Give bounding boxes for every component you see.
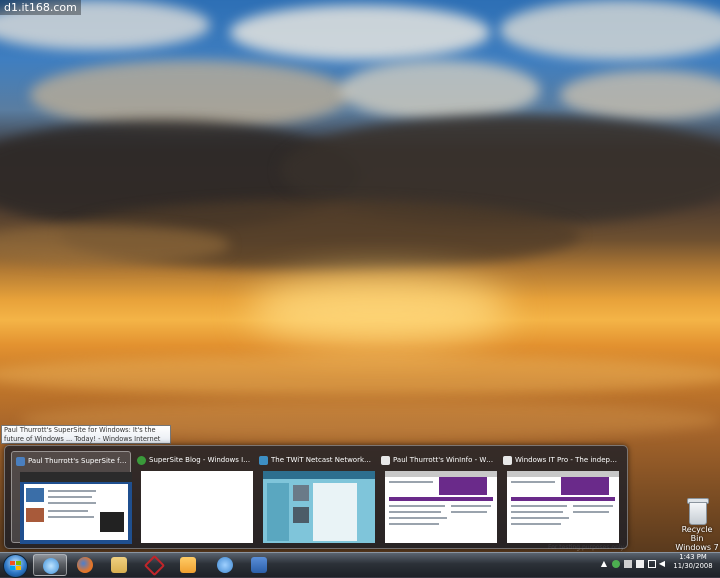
taskbar-internet-explorer[interactable] — [33, 554, 67, 576]
ie-page-icon — [16, 456, 25, 466]
ie-page-icon — [137, 455, 146, 465]
thumbnail-supersite-blog[interactable]: SuperSite Blog - Windows Inter... — [133, 451, 253, 543]
thumbnail-wininfo[interactable]: Paul Thurrott's WinInfo - Windo... — [377, 451, 497, 543]
page-preview — [263, 471, 375, 543]
messenger-icon — [217, 557, 233, 573]
messenger-status-icon[interactable] — [612, 560, 620, 568]
thumbnail-title: The TWiT Netcast Network with... — [271, 456, 373, 464]
word-icon — [251, 557, 267, 573]
action-center-icon[interactable] — [636, 560, 644, 568]
media-player-icon — [180, 557, 196, 573]
thumbnail-title: SuperSite Blog - Windows Inter... — [149, 456, 251, 464]
internet-explorer-icon — [43, 558, 59, 574]
taskbar-firefox[interactable] — [68, 554, 102, 576]
windows-logo-icon — [10, 561, 21, 571]
thumbnail-twit[interactable]: The TWiT Netcast Network with... — [255, 451, 375, 543]
firefox-icon — [77, 557, 93, 573]
taskbar-thumbnail-preview: Paul Thurrott's SuperSite for Wi... Supe… — [4, 445, 628, 549]
recycle-bin[interactable]: Recycle Bin Windows 7 — [675, 497, 719, 552]
thumbnail-supersite[interactable]: Paul Thurrott's SuperSite for Wi... — [11, 451, 132, 544]
start-button[interactable] — [3, 554, 28, 578]
folder-icon — [111, 557, 127, 573]
volume-icon[interactable]: ◀ — [658, 560, 666, 568]
ie-page-icon — [259, 455, 268, 465]
taskbar-folder[interactable] — [102, 554, 136, 576]
page-icon — [381, 455, 390, 465]
show-hidden-icons-icon[interactable]: ▲ — [600, 560, 608, 568]
taskbar-app[interactable] — [137, 554, 171, 577]
taskbar-word[interactable] — [242, 554, 276, 576]
windows-version-label: Windows 7 — [675, 543, 719, 552]
window-tooltip: Paul Thurrott's SuperSite for Windows: I… — [1, 425, 171, 444]
clock-time: 1:43 PM — [679, 553, 707, 561]
taskbar-media-player[interactable] — [171, 554, 205, 576]
page-preview — [141, 471, 253, 543]
app-icon — [143, 554, 166, 577]
thumbnail-title: Paul Thurrott's WinInfo - Windo... — [393, 456, 495, 464]
taskbar-live-messenger[interactable] — [208, 554, 242, 576]
windows-update-icon[interactable] — [624, 560, 632, 568]
clock-date: 11/30/2008 — [673, 562, 713, 570]
watermark-text: d1.it168.com — [0, 0, 81, 15]
thumbnail-title: Paul Thurrott's SuperSite for Wi... — [28, 457, 128, 465]
thumbnail-title: Windows IT Pro - The independ... — [515, 456, 617, 464]
recycle-bin-label: Recycle Bin — [681, 525, 713, 543]
page-icon — [503, 455, 512, 465]
network-icon[interactable] — [648, 560, 656, 568]
recycle-bin-icon — [686, 497, 709, 525]
page-preview — [507, 471, 619, 543]
page-preview — [385, 471, 497, 543]
notification-area: ▲ ◀ — [600, 556, 666, 572]
page-preview — [20, 472, 132, 544]
thumbnail-windows-it-pro[interactable]: Windows IT Pro - The independ... — [499, 451, 619, 543]
system-clock[interactable]: 1:43 PM 11/30/2008 — [667, 553, 719, 571]
